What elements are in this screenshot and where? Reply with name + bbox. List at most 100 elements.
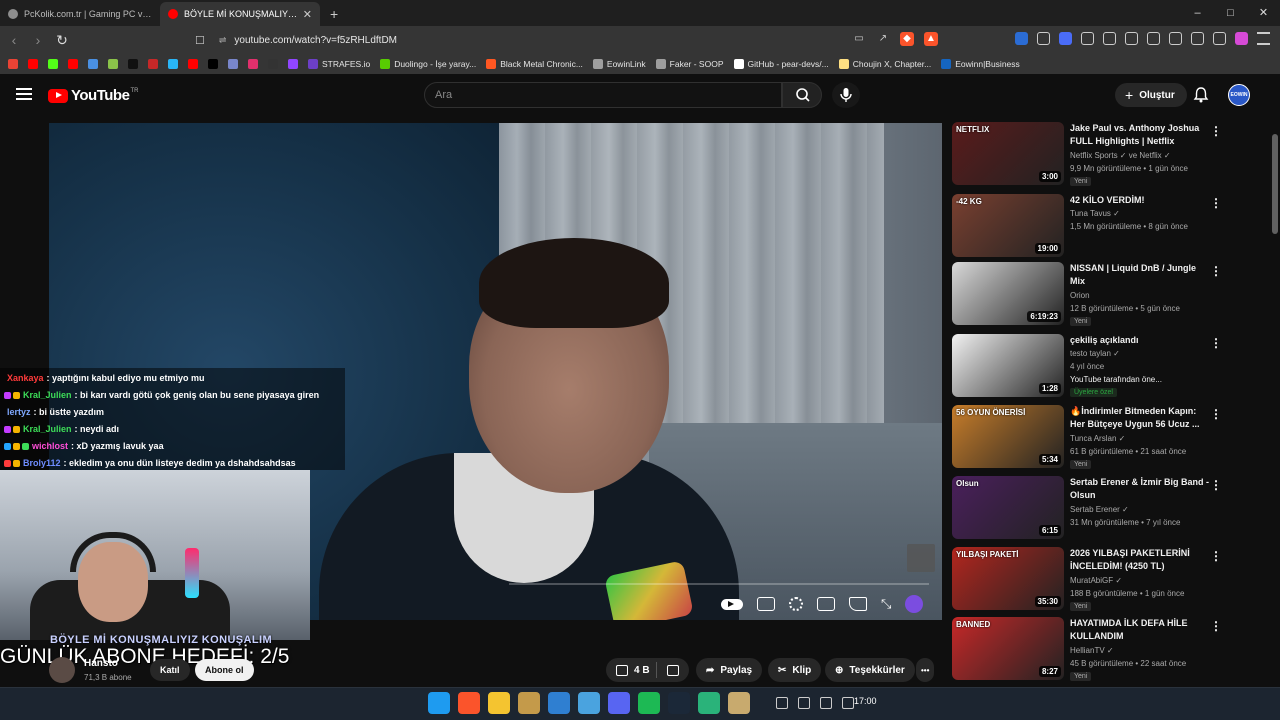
video-menu-icon[interactable]: ⋮ xyxy=(1210,549,1222,563)
account-avatar[interactable]: EOWIN xyxy=(1228,84,1250,106)
video-title[interactable]: 2026 YILBAŞI PAKETLERİNİ İNCELEDİM! (425… xyxy=(1070,547,1210,573)
video-title[interactable]: NISSAN | Liquid DnB / Jungle Mix xyxy=(1070,262,1210,288)
bookmark-item[interactable] xyxy=(68,59,78,69)
bookmark-item[interactable] xyxy=(108,59,118,69)
settings-gear-icon[interactable] xyxy=(789,597,803,611)
profile-icon[interactable] xyxy=(1235,32,1248,45)
channel-name[interactable]: MuratAbiGF ✓ xyxy=(1070,576,1122,585)
video-thumbnail[interactable]: 1:28 xyxy=(952,334,1064,397)
recommended-video[interactable]: 6:19:23 NISSAN | Liquid DnB / Jungle Mix O… xyxy=(952,262,1270,328)
like-button[interactable]: 4 B xyxy=(616,664,650,676)
address-bar[interactable]: ☐ ⇌ youtube.com/watch?v=f5zRHLdftDM xyxy=(195,29,935,51)
bookmark-item[interactable]: GitHub - pear-devs/... xyxy=(733,59,829,69)
thumbs-down-icon[interactable] xyxy=(666,664,679,676)
brave-rewards-icon[interactable]: ▲ xyxy=(924,32,938,46)
bookmark-item[interactable] xyxy=(168,59,178,69)
bookmark-item[interactable] xyxy=(8,59,18,69)
notifications-bell-icon[interactable] xyxy=(1192,86,1210,104)
channel-name[interactable]: HellianTV ✓ xyxy=(1070,646,1114,655)
more-actions-button[interactable]: ••• xyxy=(916,658,935,682)
cast-icon[interactable] xyxy=(849,597,867,611)
tab-pckolik[interactable]: PcKolik.com.tr | Gaming PC ve Bilgisayar xyxy=(0,2,160,26)
scrollbar-thumb[interactable] xyxy=(1272,134,1278,234)
minimize-button[interactable]: – xyxy=(1181,0,1214,26)
bookmark-item[interactable] xyxy=(128,59,138,69)
new-tab-button[interactable]: + xyxy=(320,2,348,26)
search-button[interactable] xyxy=(782,82,822,108)
bookmark-item[interactable] xyxy=(28,59,38,69)
subtitles-icon[interactable] xyxy=(757,597,775,611)
bookmark-item[interactable] xyxy=(88,59,98,69)
video-menu-icon[interactable]: ⋮ xyxy=(1210,124,1222,138)
video-thumbnail[interactable]: YILBAŞI PAKETİ 35:30 xyxy=(952,547,1064,610)
video-title[interactable]: çekiliş açıklandı xyxy=(1070,334,1210,347)
puzzle-extension-icon[interactable] xyxy=(1081,32,1094,45)
bookmark-item[interactable] xyxy=(248,59,258,69)
back-icon[interactable]: ‹ xyxy=(4,32,24,48)
video-thumbnail[interactable]: 6:19:23 xyxy=(952,262,1064,325)
taskbar-clock[interactable]: 17:00 xyxy=(854,696,877,706)
channel-name[interactable]: Hansto xyxy=(84,658,118,669)
miniplayer-icon[interactable] xyxy=(817,597,835,611)
sound-extension-icon[interactable] xyxy=(1015,32,1028,45)
video-thumbnail[interactable]: BANNED 8:27 xyxy=(952,617,1064,680)
tray-overflow-icon[interactable] xyxy=(776,697,788,709)
video-thumbnail[interactable]: 56 OYUN ÖNERİSİ 5:34 xyxy=(952,405,1064,468)
bookmark-item[interactable] xyxy=(48,59,58,69)
create-button[interactable]: + Oluştur xyxy=(1115,83,1187,107)
video-thumbnail[interactable]: NETFLIX 3:00 xyxy=(952,122,1064,185)
video-menu-icon[interactable]: ⋮ xyxy=(1210,407,1222,421)
video-menu-icon[interactable]: ⋮ xyxy=(1210,196,1222,210)
bookmark-item[interactable]: Black Metal Chronic... xyxy=(486,59,583,69)
vpn-icon[interactable] xyxy=(1213,32,1226,45)
bookmark-item[interactable]: Faker - SOOP xyxy=(655,59,724,69)
recommended-video[interactable]: 56 OYUN ÖNERİSİ 5:34 🔥İndirimler Bitmeden … xyxy=(952,405,1270,471)
wallet-icon[interactable] xyxy=(1169,32,1182,45)
bookmark-item[interactable] xyxy=(268,59,278,69)
thanks-button[interactable]: ⊕ Teşekkürler xyxy=(825,658,915,682)
fullscreen-icon[interactable]: ⤡ xyxy=(881,596,891,612)
video-title[interactable]: 🔥İndirimler Bitmeden Kapın: Her Bütçeye … xyxy=(1070,405,1210,431)
channel-avatar[interactable] xyxy=(49,657,75,683)
tab-youtube-video[interactable]: BÖYLE Mİ KONUŞMALIYIZ KONUŞ ✕ xyxy=(160,2,320,26)
forward-icon[interactable]: › xyxy=(28,32,48,48)
file-explorer-icon[interactable] xyxy=(488,692,510,714)
reload-icon[interactable]: ↻ xyxy=(52,32,72,49)
video-thumbnail[interactable]: -42 KG 19:00 xyxy=(952,194,1064,257)
bookmark-item[interactable]: EowinLink xyxy=(592,59,646,69)
bookmark-item[interactable]: Eowinn|Business xyxy=(941,59,1020,69)
video-menu-icon[interactable]: ⋮ xyxy=(1210,478,1222,492)
share-button[interactable]: ➦ Paylaş xyxy=(696,658,763,682)
video-menu-icon[interactable]: ⋮ xyxy=(1210,619,1222,633)
subscribe-button[interactable]: Abone ol xyxy=(195,659,254,681)
recommended-video[interactable]: BANNED 8:27 HAYATIMDA İLK DEFA HİLE KULLAN… xyxy=(952,617,1270,683)
tools-icon[interactable] xyxy=(518,692,540,714)
bookmark-item[interactable]: Duolingo - İşe yaray... xyxy=(380,59,476,69)
channel-name[interactable]: Netflix Sports ✓ ve Netflix ✓ xyxy=(1070,151,1171,160)
menu-icon[interactable] xyxy=(1257,32,1270,45)
windows-start-icon[interactable] xyxy=(428,692,450,714)
video-title[interactable]: Sertab Erener & İzmir Big Band - Olsun xyxy=(1070,476,1210,502)
bookmark-item[interactable] xyxy=(208,59,218,69)
discord-icon[interactable] xyxy=(608,692,630,714)
bookmark-item[interactable] xyxy=(228,59,238,69)
recommended-video[interactable]: Olsun 6:15 Sertab Erener & İzmir Big Band … xyxy=(952,476,1270,542)
bookmark-item[interactable] xyxy=(188,59,198,69)
channel-name[interactable]: Tunca Arslan ✓ xyxy=(1070,434,1125,443)
network-icon[interactable] xyxy=(820,697,832,709)
share-icon[interactable]: ↗ xyxy=(876,32,890,46)
channel-name[interactable]: Tuna Tavus ✓ xyxy=(1070,209,1120,218)
copy-extension-icon[interactable] xyxy=(1103,32,1116,45)
recommended-video[interactable]: NETFLIX 3:00 Jake Paul vs. Anthony Joshua … xyxy=(952,122,1270,188)
app-shield-icon[interactable] xyxy=(578,692,600,714)
spotify-icon[interactable] xyxy=(638,692,660,714)
video-menu-icon[interactable]: ⋮ xyxy=(1210,336,1222,350)
video-title[interactable]: 42 KİLO VERDİM! xyxy=(1070,194,1210,207)
cast-icon[interactable]: ▭ xyxy=(852,32,866,46)
hamburger-menu-icon[interactable] xyxy=(16,88,32,100)
video-menu-icon[interactable]: ⋮ xyxy=(1210,264,1222,278)
volume-icon[interactable] xyxy=(842,697,854,709)
bookmark-item[interactable] xyxy=(288,59,298,69)
channel-name[interactable]: Sertab Erener ✓ xyxy=(1070,505,1129,514)
photos-icon[interactable] xyxy=(548,692,570,714)
